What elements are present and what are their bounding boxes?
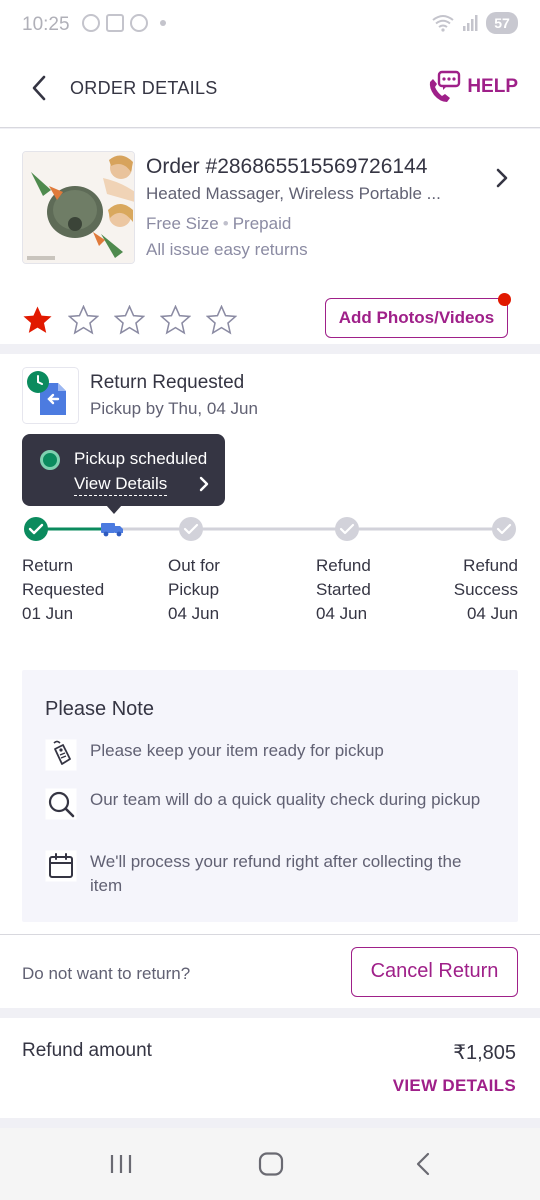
step-label: Refund <box>463 556 518 575</box>
step-label: Success <box>453 580 518 599</box>
step-date: 04 Jun <box>316 604 368 623</box>
note-title: Please Note <box>45 698 154 720</box>
step-refund-success: Refund Success 04 Jun <box>454 554 518 626</box>
search-icon <box>45 788 77 820</box>
notification-icons <box>82 14 166 32</box>
order-id: Order #286865515569726144 <box>146 155 428 178</box>
star-icon[interactable] <box>114 305 145 335</box>
back-arrow-icon[interactable] <box>28 74 52 102</box>
star-icon[interactable] <box>68 305 99 335</box>
payment-mode: Prepaid <box>232 214 292 233</box>
step-pending-icon <box>335 517 359 541</box>
step-done-icon <box>24 517 48 541</box>
step-date: 04 Jun <box>168 604 220 623</box>
returns-policy: All issue easy returns <box>146 240 308 259</box>
product-name: Heated Massager, Wireless Portable ... <box>146 184 441 203</box>
note-text: Our team will do a quick quality check d… <box>90 790 481 809</box>
note-item: We'll process your refund right after co… <box>45 850 485 898</box>
view-refund-details-link[interactable]: VIEW DETAILS <box>393 1076 516 1096</box>
step-return-requested: Return Requested 01 Jun <box>22 554 104 626</box>
step-refund-started: Refund Started 04 Jun <box>316 554 371 626</box>
signal-icon <box>463 15 478 31</box>
product-thumbnail[interactable] <box>22 151 135 264</box>
home-icon[interactable] <box>258 1152 284 1176</box>
add-photos-videos-button[interactable]: Add Photos/Videos <box>325 298 508 338</box>
tag-icon <box>45 739 77 771</box>
notification-dot <box>498 293 511 306</box>
return-progress-tracker <box>24 517 516 541</box>
more-notifications-dot <box>160 20 166 26</box>
status-bar: 10:25 57 <box>0 0 540 48</box>
status-time: 10:25 <box>22 14 70 35</box>
chevron-right-icon[interactable] <box>494 167 510 189</box>
refund-value: ₹1,805 <box>453 1042 516 1064</box>
star-icon[interactable] <box>206 305 237 335</box>
pickup-date: Pickup by Thu, 04 Jun <box>90 399 258 418</box>
step-label: Requested <box>22 580 105 599</box>
note-text: Please keep your item ready for pickup <box>90 741 384 760</box>
step-label: Out for <box>168 556 220 575</box>
meta-separator: • <box>222 214 229 233</box>
step-pending-icon <box>179 517 203 541</box>
wifi-icon <box>432 15 454 32</box>
step-date: 01 Jun <box>22 604 74 623</box>
return-status-title: Return Requested <box>90 372 245 393</box>
star-icon[interactable] <box>160 305 191 335</box>
cancel-return-button[interactable]: Cancel Return <box>351 947 518 997</box>
chevron-right-icon[interactable] <box>198 475 210 493</box>
product-image <box>23 152 134 263</box>
calendar-icon <box>45 850 77 882</box>
truck-icon <box>101 523 123 537</box>
return-status-card: Return Requested Pickup by Thu, 04 Jun P… <box>0 354 540 934</box>
system-back-icon[interactable] <box>412 1152 436 1176</box>
step-label: Refund <box>316 556 371 575</box>
product-size: Free Size <box>146 214 219 233</box>
system-navigation-bar <box>0 1128 540 1200</box>
battery-indicator: 57 <box>486 12 518 34</box>
view-details-link[interactable]: View Details <box>74 474 168 496</box>
order-summary-card[interactable]: Order #286865515569726144 Heated Massage… <box>0 129 540 344</box>
note-item: Our team will do a quick quality check d… <box>45 788 485 820</box>
help-button[interactable]: HELP <box>427 70 518 104</box>
note-text: We'll process your refund right after co… <box>90 852 462 895</box>
whatsapp-icon <box>82 14 100 32</box>
step-label: Pickup <box>168 580 220 599</box>
step-out-for-pickup: Out for Pickup 04 Jun <box>168 554 220 626</box>
refund-amount-card: Refund amount ₹1,805 VIEW DETAILS <box>0 1018 540 1118</box>
return-status-icon <box>22 367 79 424</box>
order-meta: Free Size • Prepaid <box>146 214 291 234</box>
page-title: ORDER DETAILS <box>70 78 218 98</box>
app-notification-icon <box>130 14 148 32</box>
help-phone-icon <box>430 70 461 102</box>
refund-label: Refund amount <box>22 1040 152 1061</box>
please-note-box: Please Note Please keep your item ready … <box>22 670 518 922</box>
step-label: Return <box>22 556 74 575</box>
recent-apps-icon[interactable] <box>108 1152 134 1176</box>
star-icon-filled[interactable] <box>22 305 53 335</box>
tooltip-pointer <box>106 505 122 514</box>
help-label: HELP <box>467 76 518 97</box>
cancel-question: Do not want to return? <box>22 964 191 983</box>
app-bar: ORDER DETAILS HELP <box>0 48 540 128</box>
step-date: 04 Jun <box>466 604 518 623</box>
status-dot-icon <box>40 450 60 470</box>
rating-stars <box>22 305 237 335</box>
cancel-return-row: Do not want to return? Cancel Return <box>0 934 540 1008</box>
tooltip-status-text: Pickup scheduled <box>74 449 208 468</box>
step-pending-icon <box>492 517 516 541</box>
note-item: Please keep your item ready for pickup <box>45 739 485 771</box>
screenshot-icon <box>106 14 124 32</box>
pickup-tooltip[interactable]: Pickup scheduled View Details <box>22 434 225 514</box>
step-label: Started <box>316 580 371 599</box>
